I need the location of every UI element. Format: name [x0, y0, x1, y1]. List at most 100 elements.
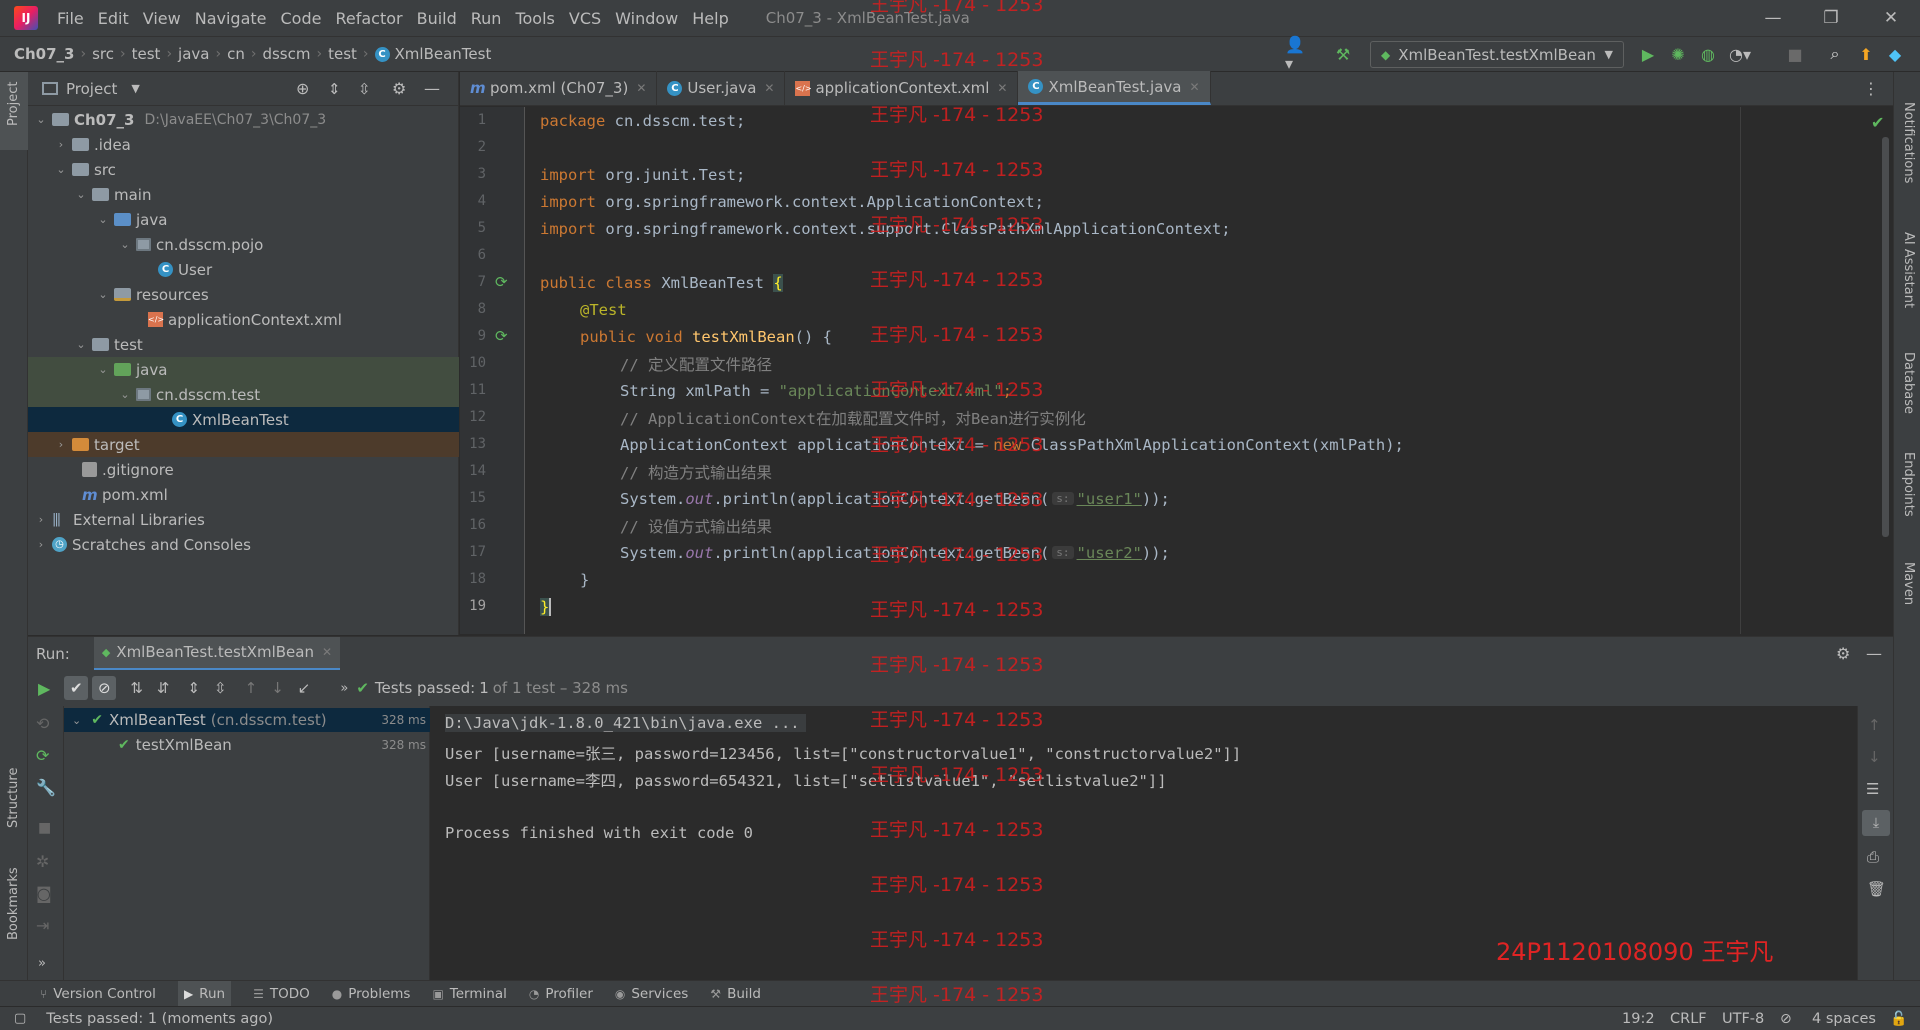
- hide-icon[interactable]: —: [1866, 644, 1882, 663]
- close-tab-icon[interactable]: ✕: [764, 81, 774, 95]
- structure-tool-label[interactable]: Structure: [6, 768, 21, 828]
- camera-icon[interactable]: ◙: [36, 884, 52, 903]
- chevron-down-icon[interactable]: ▼: [131, 82, 139, 95]
- tab-xmlbeantest-java[interactable]: C XmlBeanTest.java ✕: [1018, 71, 1211, 105]
- close-icon[interactable]: ✕: [1862, 0, 1920, 36]
- menu-help[interactable]: Help: [685, 9, 735, 28]
- menu-navigate[interactable]: Navigate: [188, 9, 274, 28]
- code-string[interactable]: "user2": [1077, 544, 1142, 562]
- breadcrumb-cn[interactable]: cn: [223, 45, 249, 63]
- tree-item-main[interactable]: ⌄ main: [28, 182, 459, 207]
- menu-refactor[interactable]: Refactor: [328, 9, 409, 28]
- breadcrumb-project[interactable]: Ch07_3: [10, 45, 79, 63]
- tree-item-external-libraries[interactable]: › ||| External Libraries: [28, 507, 459, 532]
- indent-setting[interactable]: 4 spaces: [1812, 1011, 1876, 1027]
- show-passed-toggle[interactable]: ✔: [64, 676, 89, 700]
- file-encoding[interactable]: UTF-8: [1722, 1011, 1764, 1027]
- rerun-icon[interactable]: ▶: [38, 679, 50, 698]
- menu-tools[interactable]: Tools: [508, 9, 561, 28]
- code-string[interactable]: "user1": [1077, 490, 1142, 508]
- tree-item-idea[interactable]: › .idea: [28, 132, 459, 157]
- next-test-icon[interactable]: ↓: [271, 679, 284, 697]
- endpoints-tool-label[interactable]: Endpoints: [1901, 452, 1916, 517]
- previous-test-icon[interactable]: ↑: [245, 679, 258, 697]
- breadcrumb-test[interactable]: test: [128, 45, 165, 63]
- test-row-method[interactable]: ✔ testXmlBean 328 ms: [64, 733, 430, 757]
- menu-edit[interactable]: Edit: [91, 9, 136, 28]
- no-problems-check-icon[interactable]: ✔: [1871, 113, 1884, 132]
- profile-icon[interactable]: ◔▾: [1729, 43, 1751, 65]
- more-icon[interactable]: »: [340, 681, 348, 696]
- menu-view[interactable]: View: [136, 9, 188, 28]
- project-panel-title[interactable]: Project: [66, 80, 117, 98]
- menu-build[interactable]: Build: [410, 9, 464, 28]
- tab-user-java[interactable]: C User.java ✕: [657, 71, 786, 105]
- terminal-tool[interactable]: ▣ Terminal: [432, 986, 506, 1002]
- scroll-to-end-icon[interactable]: ⤓: [1862, 810, 1890, 836]
- scroll-down-icon[interactable]: ↓: [1868, 748, 1881, 766]
- run-configuration-select[interactable]: ◆ XmlBeanTest.testXmlBean ▼: [1370, 41, 1624, 68]
- scroll-up-icon[interactable]: ↑: [1868, 716, 1881, 734]
- breadcrumb-dsscm[interactable]: dsscm: [258, 45, 314, 63]
- collapse-all-icon[interactable]: ⇳: [358, 80, 371, 98]
- more-tabs-icon[interactable]: ⋮: [1863, 71, 1893, 105]
- user-icon[interactable]: 👤▾: [1285, 35, 1307, 73]
- console-line-command[interactable]: D:\Java\jdk-1.8.0_421\bin\java.exe ...: [445, 714, 806, 732]
- run-tool[interactable]: ▶ Run: [177, 980, 232, 1007]
- tree-item-scratches[interactable]: › ◷ Scratches and Consoles: [28, 532, 459, 557]
- stop-icon[interactable]: ■: [1784, 43, 1806, 65]
- menu-code[interactable]: Code: [274, 9, 329, 28]
- version-control-tool[interactable]: ⑂ Version Control: [40, 986, 156, 1002]
- update-icon[interactable]: ⬆: [1855, 43, 1877, 65]
- rerun-failed-icon[interactable]: ⟲: [36, 714, 49, 733]
- tree-item-src[interactable]: ⌄ src: [28, 157, 459, 182]
- menu-vcs[interactable]: VCS: [562, 9, 608, 28]
- tree-item-pom-xml[interactable]: m pom.xml: [28, 482, 459, 507]
- build-tool[interactable]: ⚒ Build: [710, 986, 761, 1002]
- sort-duration-icon[interactable]: ⇵: [157, 679, 170, 697]
- caret-position[interactable]: 19:2: [1622, 1011, 1655, 1027]
- tree-item-project-root[interactable]: ⌄ Ch07_3 D:\JavaEE\Ch07_3\Ch07_3: [28, 107, 459, 132]
- editor-scrollbar[interactable]: [1882, 137, 1889, 537]
- tree-item-test-java[interactable]: ⌄ java: [28, 357, 459, 382]
- stop-icon[interactable]: ■: [38, 820, 51, 836]
- close-tab-icon[interactable]: ✕: [322, 645, 332, 659]
- database-tool-label[interactable]: Database: [1901, 352, 1916, 414]
- tree-item-user-class[interactable]: C User: [28, 257, 459, 282]
- breadcrumb-class[interactable]: C XmlBeanTest: [371, 45, 496, 63]
- run-test-method-icon[interactable]: ⟳: [495, 327, 508, 345]
- coverage-icon[interactable]: ◍: [1697, 43, 1719, 65]
- breadcrumb-src[interactable]: src: [88, 45, 118, 63]
- import-tests-icon[interactable]: ↙: [298, 679, 311, 697]
- breadcrumb-test-pkg[interactable]: test: [324, 45, 361, 63]
- dump-threads-icon[interactable]: ✲: [36, 852, 49, 871]
- build-hammer-icon[interactable]: ⚒: [1332, 43, 1354, 65]
- expand-all-icon[interactable]: ⇕: [187, 679, 200, 697]
- breadcrumb-java[interactable]: java: [174, 45, 213, 63]
- run-icon[interactable]: ▶: [1637, 43, 1659, 65]
- problems-tool[interactable]: ● Problems: [332, 986, 411, 1002]
- ai-assistant-tool-label[interactable]: AI Assistant: [1901, 232, 1916, 308]
- close-tab-icon[interactable]: ✕: [1189, 80, 1199, 94]
- expand-all-icon[interactable]: ⇕: [328, 80, 341, 98]
- menu-file[interactable]: File: [50, 9, 91, 28]
- sort-alpha-icon[interactable]: ⇅: [130, 679, 143, 697]
- toggle-auto-test-icon[interactable]: ⟳: [36, 746, 49, 765]
- hide-icon[interactable]: —: [424, 79, 440, 98]
- project-tool-label[interactable]: Project: [6, 82, 21, 126]
- tree-item-pojo-package[interactable]: ⌄ cn.dsscm.pojo: [28, 232, 459, 257]
- menu-window[interactable]: Window: [608, 9, 685, 28]
- tree-item-gitignore[interactable]: .gitignore: [28, 457, 459, 482]
- line-separator[interactable]: CRLF: [1670, 1011, 1707, 1027]
- maven-tool-label[interactable]: Maven: [1901, 562, 1916, 605]
- soft-wrap-icon[interactable]: ☰: [1866, 780, 1879, 798]
- services-tool[interactable]: ◉ Services: [615, 986, 688, 1002]
- minimize-icon[interactable]: —: [1744, 0, 1802, 36]
- bookmarks-tool-label[interactable]: Bookmarks: [6, 867, 21, 940]
- debug-icon[interactable]: ✺: [1667, 43, 1689, 65]
- gear-icon[interactable]: ⚙: [1836, 644, 1850, 663]
- tree-item-main-java[interactable]: ⌄ java: [28, 207, 459, 232]
- exit-icon[interactable]: ⇥: [36, 916, 49, 935]
- todo-tool[interactable]: ☰ TODO: [253, 986, 310, 1002]
- tree-item-xmlbeantest-class[interactable]: C XmlBeanTest: [28, 407, 459, 432]
